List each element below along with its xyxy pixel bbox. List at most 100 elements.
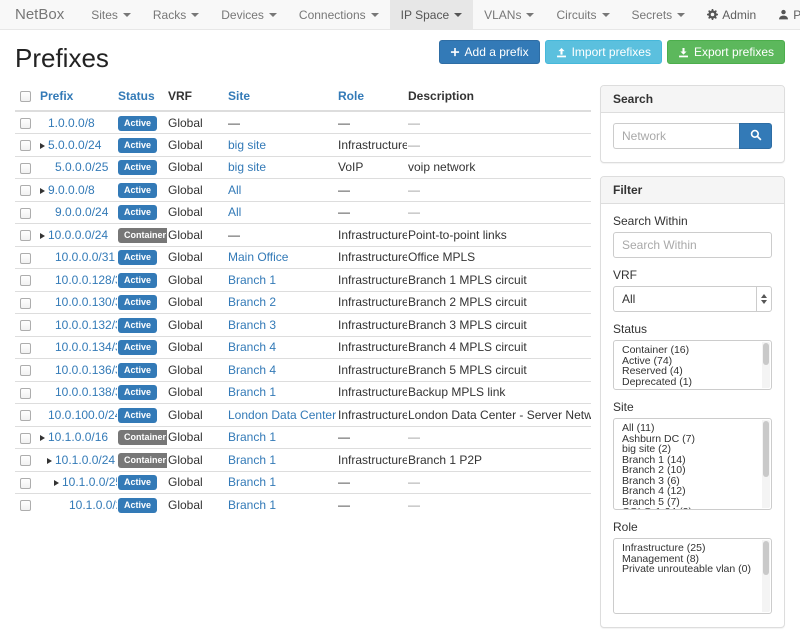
prefix-link[interactable]: 10.0.0.128/31 <box>55 273 117 287</box>
role-option[interactable]: Infrastructure (25) <box>622 543 759 554</box>
site-option[interactable]: All (11) <box>622 423 759 434</box>
prefix-link[interactable]: 9.0.0.0/8 <box>48 183 95 197</box>
prefix-link[interactable]: 5.0.0.0/24 <box>48 138 101 152</box>
site-link[interactable]: big site <box>228 160 266 174</box>
prefix-link[interactable]: 10.0.0.138/31 <box>55 385 117 399</box>
site-link[interactable]: Branch 1 <box>228 430 276 444</box>
row-checkbox[interactable] <box>20 298 31 309</box>
row-checkbox[interactable] <box>20 253 31 264</box>
site-link[interactable]: Branch 1 <box>228 498 276 512</box>
row-checkbox[interactable] <box>20 388 31 399</box>
prefix-link[interactable]: 10.1.0.0/16 <box>48 430 108 444</box>
sort-link-prefix[interactable]: Prefix <box>40 89 73 103</box>
row-checkbox[interactable] <box>20 185 31 196</box>
role-option[interactable]: Management (8) <box>622 554 759 565</box>
search-input[interactable] <box>613 123 739 149</box>
prefix-link[interactable]: 10.0.0.0/24 <box>48 228 108 242</box>
sort-link-site[interactable]: Site <box>228 89 250 103</box>
site-link[interactable]: All <box>228 183 241 197</box>
nav-item-connections[interactable]: Connections <box>288 0 390 29</box>
prefix-link[interactable]: 10.1.0.0/26 <box>69 498 117 512</box>
status-badge[interactable]: Active <box>118 340 157 355</box>
status-option[interactable]: Deprecated (1) <box>622 377 759 388</box>
nav-item-ip-space[interactable]: IP Space <box>390 0 473 29</box>
status-multiselect[interactable]: Container (16)Active (74)Reserved (4)Dep… <box>613 340 772 390</box>
status-badge[interactable]: Active <box>118 250 157 265</box>
site-option[interactable]: Branch 2 (10) <box>622 465 759 476</box>
nav-item-admin[interactable]: Admin <box>696 0 767 29</box>
row-checkbox[interactable] <box>20 365 31 376</box>
status-badge[interactable]: Active <box>118 385 157 400</box>
status-badge[interactable]: Active <box>118 475 157 490</box>
site-link[interactable]: big site <box>228 138 266 152</box>
site-option[interactable]: COLO-1-24 (3) <box>622 507 759 510</box>
status-scrollbar[interactable] <box>762 342 770 388</box>
prefix-link[interactable]: 10.0.0.132/31 <box>55 318 117 332</box>
nav-item-secrets[interactable]: Secrets <box>621 0 697 29</box>
role-multiselect[interactable]: Infrastructure (25)Management (8)Private… <box>613 538 772 614</box>
sort-link-role[interactable]: Role <box>338 89 364 103</box>
expand-arrow-icon[interactable] <box>40 143 45 149</box>
vrf-select[interactable]: All <box>613 286 772 312</box>
site-link[interactable]: Branch 1 <box>228 273 276 287</box>
status-badge[interactable]: Active <box>118 160 157 175</box>
add-a-prefix-button[interactable]: Add a prefix <box>439 40 540 64</box>
site-link[interactable]: Branch 4 <box>228 363 276 377</box>
row-checkbox[interactable] <box>20 433 31 444</box>
prefix-link[interactable]: 10.0.0.130/31 <box>55 295 117 309</box>
site-option[interactable]: Branch 4 (12) <box>622 486 759 497</box>
prefix-link[interactable]: 1.0.0.0/8 <box>48 116 95 130</box>
import-prefixes-button[interactable]: Import prefixes <box>545 40 662 64</box>
status-option[interactable]: Reserved (4) <box>622 366 759 377</box>
site-link[interactable]: Branch 1 <box>228 475 276 489</box>
expand-arrow-icon[interactable] <box>47 458 52 464</box>
status-badge[interactable]: Active <box>118 408 157 423</box>
prefix-link[interactable]: 10.0.0.136/31 <box>55 363 117 377</box>
site-multiselect[interactable]: All (11)Ashburn DC (7)big site (2)Branch… <box>613 418 772 510</box>
prefix-link[interactable]: 10.0.0.0/31 <box>55 250 115 264</box>
row-checkbox[interactable] <box>20 455 31 466</box>
prefix-link[interactable]: 10.1.0.0/24 <box>55 453 115 467</box>
site-link[interactable]: Branch 4 <box>228 340 276 354</box>
site-option[interactable]: Branch 3 (6) <box>622 476 759 487</box>
row-checkbox[interactable] <box>20 275 31 286</box>
status-badge[interactable]: Active <box>118 273 157 288</box>
status-badge[interactable]: Active <box>118 183 157 198</box>
search-button[interactable] <box>739 123 772 149</box>
row-checkbox[interactable] <box>20 500 31 511</box>
role-option[interactable]: Private unrouteable vlan (0) <box>622 564 759 575</box>
export-prefixes-button[interactable]: Export prefixes <box>667 40 785 64</box>
site-link[interactable]: Branch 2 <box>228 295 276 309</box>
status-badge[interactable]: Active <box>118 205 157 220</box>
site-link[interactable]: London Data Center <box>228 408 336 422</box>
expand-arrow-icon[interactable] <box>54 480 59 486</box>
expand-arrow-icon[interactable] <box>40 435 45 441</box>
prefix-link[interactable]: 9.0.0.0/24 <box>55 205 108 219</box>
nav-item-devices[interactable]: Devices <box>210 0 288 29</box>
search-within-input[interactable] <box>613 232 772 258</box>
site-option[interactable]: Branch 5 (7) <box>622 497 759 508</box>
nav-item-sites[interactable]: Sites <box>80 0 142 29</box>
nav-item-profile[interactable]: Profile <box>767 0 800 29</box>
site-link[interactable]: Main Office <box>228 250 288 264</box>
row-checkbox[interactable] <box>20 320 31 331</box>
nav-item-vlans[interactable]: VLANs <box>473 0 545 29</box>
status-badge[interactable]: Container <box>118 430 167 445</box>
status-option[interactable]: Active (74) <box>622 356 759 367</box>
site-link[interactable]: Branch 3 <box>228 318 276 332</box>
row-checkbox[interactable] <box>20 410 31 421</box>
prefix-link[interactable]: 10.1.0.0/25 <box>62 475 117 489</box>
status-badge[interactable]: Active <box>118 116 157 131</box>
app-brand[interactable]: NetBox <box>15 0 64 29</box>
expand-arrow-icon[interactable] <box>40 233 45 239</box>
status-option[interactable]: Container (16) <box>622 345 759 356</box>
site-link[interactable]: Branch 1 <box>228 385 276 399</box>
status-badge[interactable]: Active <box>118 363 157 378</box>
row-checkbox[interactable] <box>20 163 31 174</box>
status-badge[interactable]: Active <box>118 295 157 310</box>
site-option[interactable]: Ashburn DC (7) <box>622 434 759 445</box>
row-checkbox[interactable] <box>20 478 31 489</box>
sort-link-status[interactable]: Status <box>118 89 155 103</box>
prefix-link[interactable]: 10.0.0.134/31 <box>55 340 117 354</box>
site-option[interactable]: Branch 1 (14) <box>622 455 759 466</box>
